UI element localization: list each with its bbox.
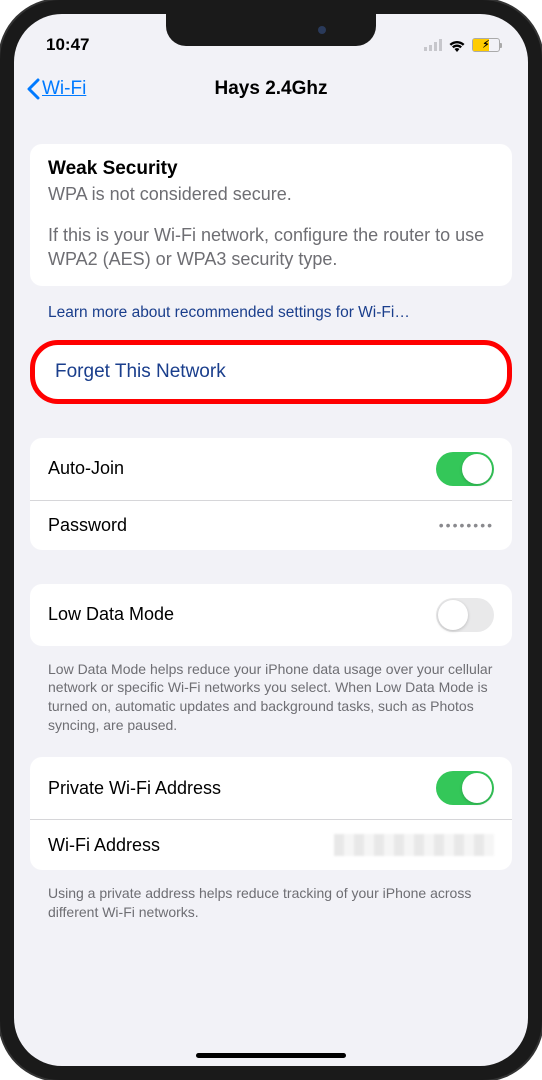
auto-join-toggle[interactable] [436, 452, 494, 486]
weak-security-body: If this is your Wi-Fi network, configure… [48, 223, 494, 272]
autojoin-group: Auto-Join Password •••••••• [30, 438, 512, 550]
wifi-icon [448, 39, 466, 52]
forget-network-button[interactable]: Forget This Network [30, 340, 512, 404]
forget-network-label: Forget This Network [55, 361, 487, 383]
password-label: Password [48, 515, 127, 536]
private-wifi-description: Using a private address helps reduce tra… [30, 878, 512, 944]
weak-security-title: Weak Security [48, 158, 494, 180]
cellular-icon [424, 39, 442, 51]
status-time: 10:47 [46, 35, 89, 55]
toggle-knob [438, 600, 468, 630]
private-wifi-row: Private Wi-Fi Address [30, 757, 512, 819]
low-data-label: Low Data Mode [48, 604, 174, 625]
low-data-description: Low Data Mode helps reduce your iPhone d… [30, 654, 512, 758]
notch [166, 14, 376, 46]
back-label: Wi-Fi [42, 78, 86, 100]
private-group: Private Wi-Fi Address Wi-Fi Address [30, 757, 512, 870]
phone-frame: 10:47 ⚡︎ [0, 0, 542, 1080]
toggle-knob [462, 773, 492, 803]
low-data-toggle[interactable] [436, 598, 494, 632]
wifi-address-label: Wi-Fi Address [48, 835, 160, 856]
private-wifi-toggle[interactable] [436, 771, 494, 805]
password-row[interactable]: Password •••••••• [30, 500, 512, 550]
nav-header: Wi-Fi Hays 2.4Ghz [14, 64, 528, 114]
low-data-row: Low Data Mode [30, 584, 512, 646]
auto-join-label: Auto-Join [48, 458, 124, 479]
wifi-address-row[interactable]: Wi-Fi Address [30, 819, 512, 870]
home-indicator[interactable] [196, 1053, 346, 1058]
learn-more-link[interactable]: Learn more about recommended settings fo… [30, 296, 512, 340]
battery-icon: ⚡︎ [472, 38, 500, 52]
screen: 10:47 ⚡︎ [14, 14, 528, 1066]
weak-security-subtitle: WPA is not considered secure. [48, 184, 494, 205]
chevron-left-icon [26, 78, 40, 100]
password-value: •••••••• [439, 517, 494, 533]
lowdata-group: Low Data Mode [30, 584, 512, 646]
auto-join-row: Auto-Join [30, 438, 512, 500]
page-title: Hays 2.4Ghz [215, 78, 328, 100]
status-right: ⚡︎ [424, 38, 500, 52]
back-button[interactable]: Wi-Fi [26, 78, 86, 100]
toggle-knob [462, 454, 492, 484]
content: Weak Security WPA is not considered secu… [14, 114, 528, 944]
wifi-address-value [334, 834, 494, 856]
weak-security-card: Weak Security WPA is not considered secu… [30, 144, 512, 286]
private-wifi-label: Private Wi-Fi Address [48, 778, 221, 799]
